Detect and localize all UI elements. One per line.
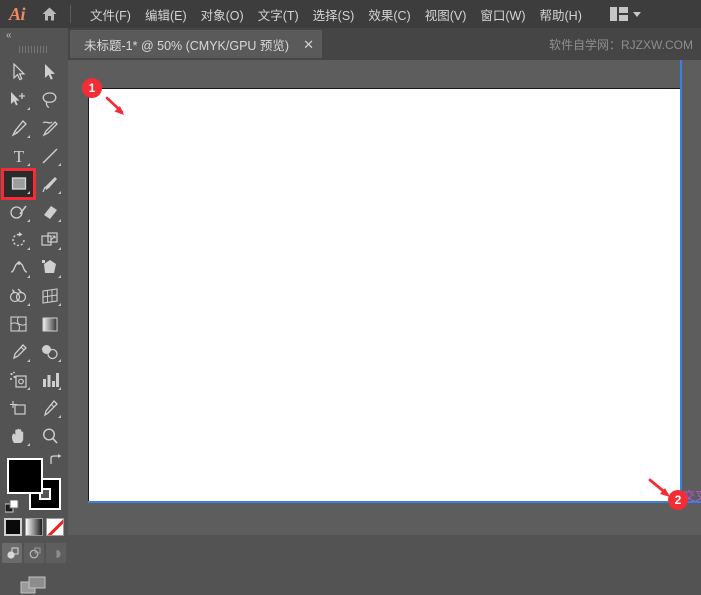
fill-stroke-swatches [5, 454, 63, 514]
selection-tool[interactable] [3, 58, 34, 86]
annotation-arrow-1 [105, 96, 124, 115]
default-fill-stroke-icon[interactable] [5, 500, 19, 514]
zoom-tool[interactable] [34, 422, 65, 450]
tool-more-indicator [58, 219, 61, 222]
mesh-tool[interactable] [3, 310, 34, 338]
direct-selection-tool[interactable] [34, 58, 65, 86]
tool-more-indicator [27, 275, 30, 278]
menu-divider [70, 5, 71, 23]
tool-grid: T [0, 56, 68, 450]
tool-more-indicator [58, 191, 61, 194]
workspace-layout-icon [610, 7, 628, 21]
line-segment-tool[interactable] [34, 142, 65, 170]
gradient-swatch-button[interactable] [25, 518, 43, 536]
magic-wand-tool[interactable] [3, 86, 34, 114]
gradient-tool[interactable] [34, 310, 65, 338]
tool-more-indicator [27, 359, 30, 362]
annotation-badge-1: 1 [82, 78, 102, 98]
tool-more-indicator [58, 163, 61, 166]
document-tab-title: 未标题-1* @ 50% (CMYK/GPU 预览) [84, 38, 290, 53]
swap-fill-stroke-icon[interactable] [49, 454, 62, 466]
tool-more-indicator [27, 219, 30, 222]
perspective-grid-tool[interactable] [34, 282, 65, 310]
tool-more-indicator [58, 303, 61, 306]
menu-item-file[interactable]: 文件(F) [83, 1, 138, 28]
tool-more-indicator [58, 387, 61, 390]
tool-more-indicator [27, 387, 30, 390]
horizontal-guide [88, 501, 701, 503]
collapse-panel-icon[interactable]: « [0, 28, 68, 42]
close-icon[interactable]: ✕ [303, 38, 314, 51]
home-icon[interactable] [34, 0, 64, 28]
tool-more-indicator [27, 107, 30, 110]
menu-item-list: 文件(F) 编辑(E) 对象(O) 文字(T) 选择(S) 效果(C) 视图(V… [83, 1, 589, 28]
rectangle-tool[interactable] [1, 168, 36, 200]
eraser-tool[interactable] [34, 198, 65, 226]
menu-item-effect[interactable]: 效果(C) [361, 1, 417, 28]
app-logo: Ai [8, 3, 26, 24]
change-screen-mode-button[interactable] [0, 575, 68, 595]
type-tool[interactable]: T [3, 142, 34, 170]
free-transform-tool[interactable] [34, 254, 65, 282]
menu-item-type[interactable]: 文字(T) [251, 1, 306, 28]
tool-more-indicator [58, 247, 61, 250]
none-swatch-button[interactable] [46, 518, 64, 536]
color-mode-row [0, 518, 68, 536]
tool-more-indicator [58, 359, 61, 362]
menu-bar: Ai 文件(F) 编辑(E) 对象(O) 文字(T) 选择(S) 效果(C) 视… [0, 0, 701, 28]
pen-tool[interactable] [3, 114, 34, 142]
document-tab-bar: 未标题-1* @ 50% (CMYK/GPU 预览) ✕ 软件自学网：RJZXW… [0, 28, 701, 60]
scale-tool[interactable] [34, 226, 65, 254]
slice-tool[interactable] [34, 394, 65, 422]
hand-tool[interactable] [3, 422, 34, 450]
symbol-sprayer-tool[interactable] [3, 366, 34, 394]
illustrator-window: Ai 文件(F) 编辑(E) 对象(O) 文字(T) 选择(S) 效果(C) 视… [0, 0, 701, 594]
draw-normal-button[interactable] [2, 543, 22, 563]
curvature-tool[interactable] [34, 114, 65, 142]
tools-panel: « T [0, 28, 68, 594]
panel-drag-grip[interactable] [0, 42, 68, 56]
draw-behind-button[interactable] [24, 543, 44, 563]
menu-item-view[interactable]: 视图(V) [418, 1, 474, 28]
tool-more-indicator [27, 135, 30, 138]
column-graph-tool[interactable] [34, 366, 65, 394]
eyedropper-tool[interactable] [3, 338, 34, 366]
workspace-switcher[interactable] [610, 0, 641, 28]
fill-color-swatch[interactable] [7, 458, 43, 494]
annotation-badge-2: 2 [668, 490, 688, 510]
paintbrush-tool[interactable] [34, 170, 65, 198]
menu-item-object[interactable]: 对象(O) [194, 1, 251, 28]
chevron-down-icon [633, 11, 641, 17]
menu-item-select[interactable]: 选择(S) [306, 1, 362, 28]
vertical-guide [680, 60, 682, 508]
document-tab[interactable]: 未标题-1* @ 50% (CMYK/GPU 预览) ✕ [70, 30, 322, 58]
tool-more-indicator [27, 443, 30, 446]
lasso-tool[interactable] [34, 86, 65, 114]
canvas-area[interactable] [68, 60, 701, 535]
tool-more-indicator [27, 303, 30, 306]
tool-more-indicator [27, 247, 30, 250]
menu-item-window[interactable]: 窗口(W) [473, 1, 532, 28]
width-tool[interactable] [3, 254, 34, 282]
watermark-text: 软件自学网：RJZXW.COM [549, 37, 693, 52]
artboard-tool[interactable] [3, 394, 34, 422]
tool-more-indicator [27, 163, 30, 166]
color-swatch-button[interactable] [4, 518, 22, 536]
tool-more-indicator [58, 415, 61, 418]
artboard[interactable] [88, 88, 680, 501]
drawing-mode-row [0, 543, 68, 563]
rotate-tool[interactable] [3, 226, 34, 254]
svg-text:T: T [13, 147, 24, 165]
menu-item-help[interactable]: 帮助(H) [533, 1, 589, 28]
blend-tool[interactable] [34, 338, 65, 366]
shaper-tool[interactable] [3, 198, 34, 226]
shape-builder-tool[interactable] [3, 282, 34, 310]
tool-more-indicator [58, 275, 61, 278]
tool-more-indicator [27, 191, 30, 194]
draw-inside-button[interactable] [46, 543, 66, 563]
menu-item-edit[interactable]: 编辑(E) [138, 1, 194, 28]
